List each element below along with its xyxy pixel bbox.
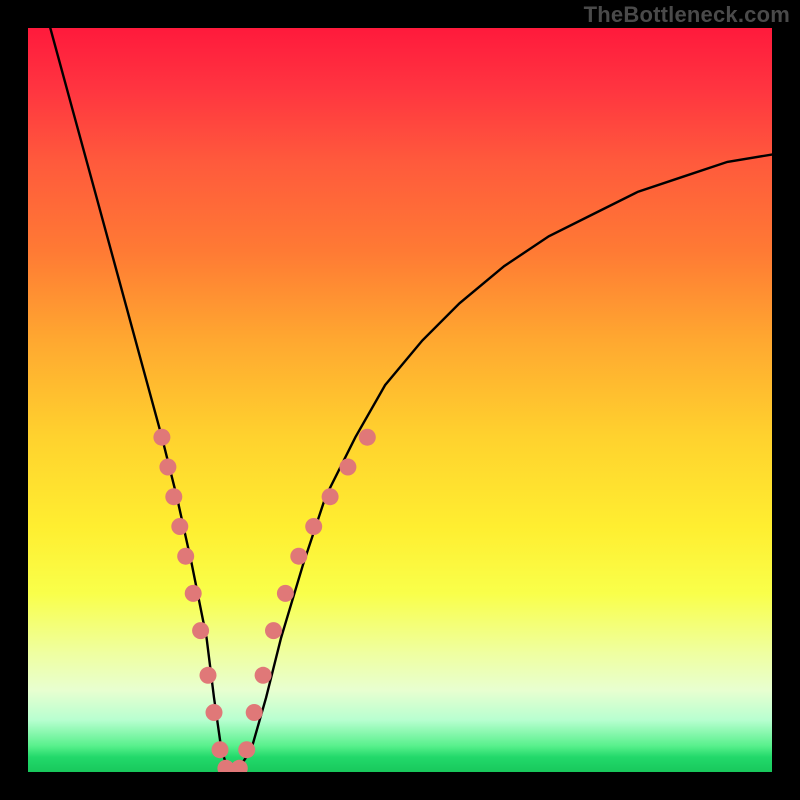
marker-dot <box>339 459 356 476</box>
marker-dot <box>238 741 255 758</box>
marker-dot <box>231 760 248 772</box>
marker-dot <box>159 459 176 476</box>
marker-dot <box>277 585 294 602</box>
marker-dot <box>290 548 307 565</box>
marker-dot <box>265 622 282 639</box>
bottleneck-curve <box>50 28 772 772</box>
marker-dot-group <box>153 429 375 772</box>
marker-dot <box>206 704 223 721</box>
chart-svg <box>28 28 772 772</box>
marker-dot <box>246 704 263 721</box>
marker-dot <box>359 429 376 446</box>
marker-dot <box>177 548 194 565</box>
marker-dot <box>165 488 182 505</box>
marker-dot <box>200 667 217 684</box>
marker-dot <box>305 518 322 535</box>
marker-dot <box>192 622 209 639</box>
plot-area <box>28 28 772 772</box>
marker-dot <box>212 741 229 758</box>
marker-dot <box>153 429 170 446</box>
chart-frame: TheBottleneck.com <box>0 0 800 800</box>
marker-dot <box>255 667 272 684</box>
marker-dot <box>171 518 188 535</box>
marker-dot <box>322 488 339 505</box>
marker-dot <box>185 585 202 602</box>
watermark-text: TheBottleneck.com <box>584 2 790 28</box>
